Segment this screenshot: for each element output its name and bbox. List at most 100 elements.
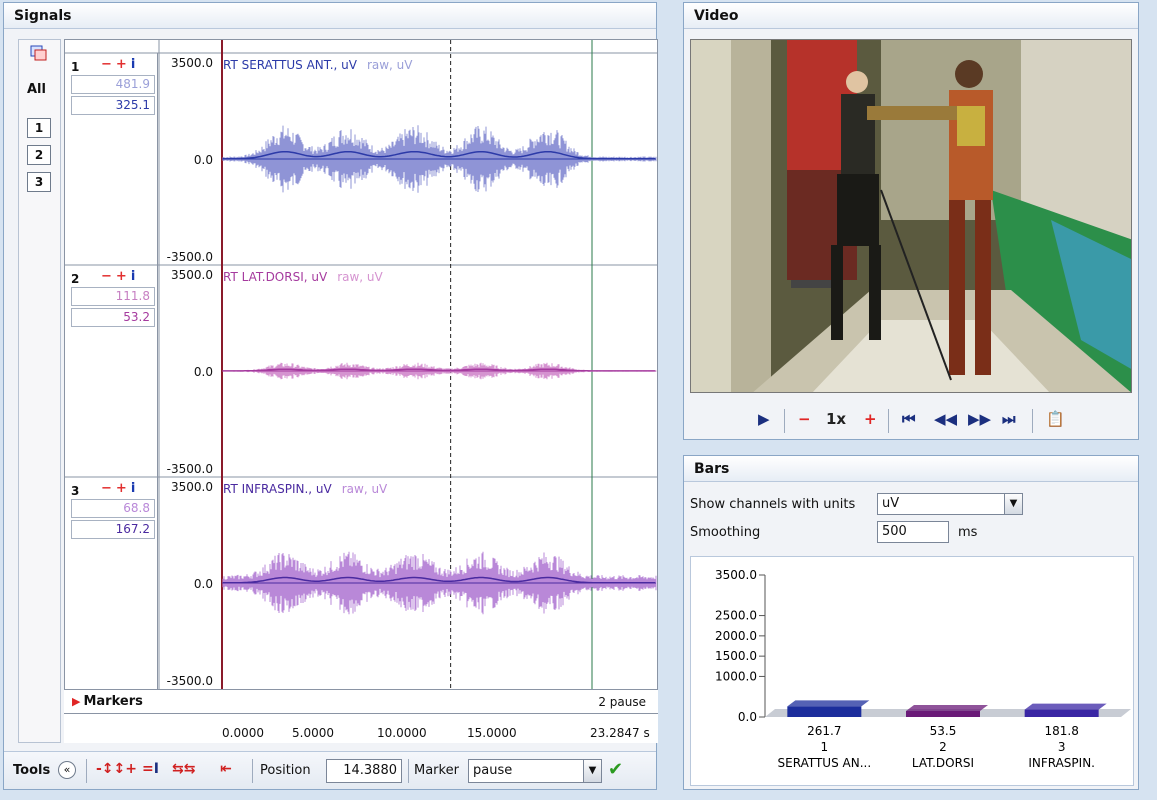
- collapse-tools-icon[interactable]: «: [58, 761, 76, 779]
- marker-pause-label[interactable]: 2 pause: [598, 695, 646, 709]
- bars-panel-title: Bars: [684, 456, 1138, 482]
- y-tick-label: 3500.0: [715, 568, 757, 582]
- channel-2-button[interactable]: 2: [27, 145, 51, 165]
- video-panel: Video ▶ − 1x + ⏮ ◀◀ ▶▶ ⏭ 📋: [683, 2, 1139, 440]
- channel-3-button[interactable]: 3: [27, 172, 51, 192]
- channel-3-name: RT INFRASPIN., uV: [223, 482, 332, 496]
- channel-2-value-raw: 111.8: [71, 287, 155, 306]
- dropdown-arrow-icon[interactable]: ▼: [1004, 494, 1022, 514]
- y-tick-label: 1500.0: [715, 649, 757, 663]
- dropdown-arrow-icon[interactable]: ▼: [583, 760, 601, 782]
- channel-3-raw-label: raw, uV: [341, 482, 388, 496]
- markers-label: Markers: [83, 694, 143, 709]
- channel-2-ymin: -3500.0: [166, 462, 213, 476]
- info-icon[interactable]: i: [131, 269, 139, 284]
- channel-2-controls[interactable]: −+i: [101, 269, 139, 284]
- y-tick-label: 2500.0: [715, 609, 757, 623]
- channel-1-controls[interactable]: −+i: [101, 57, 139, 72]
- units-select[interactable]: uV ▼: [877, 493, 1023, 515]
- vertical-zoom-icon[interactable]: ‑↕↕+: [96, 761, 137, 777]
- bar-channel-name: INFRASPIN.: [1028, 756, 1095, 770]
- channel-3-ymin: -3500.0: [166, 674, 213, 688]
- horizontal-fit-icon[interactable]: ⇤: [220, 761, 232, 777]
- channel-1-ymid: 0.0: [193, 153, 213, 167]
- position-input[interactable]: 14.3880: [326, 759, 402, 783]
- channel-1-ymax: 3500.0: [171, 56, 213, 70]
- slower-icon[interactable]: −: [798, 410, 811, 428]
- markers-row[interactable]: ▶ Markers 2 pause: [64, 689, 658, 713]
- bar-category-label: 1: [821, 740, 829, 754]
- zoom-out-icon[interactable]: −: [101, 57, 116, 72]
- markers-toggle[interactable]: ▶ Markers: [72, 694, 143, 709]
- zoom-in-icon[interactable]: +: [116, 269, 131, 284]
- vertical-fit-icon[interactable]: =I: [142, 761, 159, 777]
- marker-select[interactable]: pause ▼: [468, 759, 602, 783]
- bar-chart-svg: 3500.0 2500.0 2000.0 1500.0 1000.0 0.0 261.7 1 S…: [715, 568, 1131, 770]
- speed-label: 1x: [826, 410, 847, 428]
- channel-2-number: 2: [71, 272, 80, 286]
- skip-end-icon[interactable]: ⏭: [1002, 410, 1016, 428]
- y-tick-label: 0.0: [738, 710, 757, 724]
- channel-1-value-raw: 481.9: [71, 75, 155, 94]
- marker-select-value: pause: [473, 763, 513, 778]
- smoothing-label: Smoothing: [690, 525, 761, 540]
- channel-3-ymid: 0.0: [193, 577, 213, 591]
- signal-chart-area[interactable]: 1 −+i 481.9 325.1 3500.0 0.0 -3500.0 RT …: [64, 39, 658, 743]
- channel-2-trace-label: RT LAT.DORSI, uV raw, uV: [223, 270, 383, 284]
- zoom-in-icon[interactable]: +: [116, 57, 131, 72]
- toolbar-separator: [86, 759, 87, 783]
- smoothing-input[interactable]: 500: [877, 521, 949, 543]
- info-icon[interactable]: i: [131, 57, 139, 72]
- step-back-icon[interactable]: ◀◀: [934, 410, 957, 428]
- info-icon[interactable]: i: [131, 481, 139, 496]
- x-tick: 5.0000: [292, 726, 334, 740]
- all-channels-button[interactable]: All: [27, 82, 46, 97]
- zoom-in-icon[interactable]: +: [116, 481, 131, 496]
- video-controls: ▶ − 1x + ⏮ ◀◀ ▶▶ ⏭ 📋: [684, 403, 1138, 439]
- signals-panel: Signals All 1 2 3 1 −+i 481.9 325.1 3500…: [3, 2, 658, 790]
- channel-1-trace-label: RT SERATTUS ANT., uV raw, uV: [223, 58, 413, 72]
- toolbar-separator: [408, 759, 409, 783]
- channel-2-name: RT LAT.DORSI, uV: [223, 270, 328, 284]
- units-select-value: uV: [882, 496, 900, 511]
- signals-panel-title: Signals: [4, 3, 656, 29]
- bar-channel-name: LAT.DORSI: [912, 756, 974, 770]
- x-tick: 15.0000: [467, 726, 517, 740]
- skip-start-icon[interactable]: ⏮: [902, 410, 916, 428]
- marker-label: Marker: [414, 763, 459, 778]
- select-channels-icon[interactable]: [29, 44, 49, 62]
- toolbar-separator: [252, 759, 253, 783]
- clipboard-icon[interactable]: 📋: [1046, 410, 1065, 428]
- channel-3-number: 3: [71, 484, 80, 498]
- bar: [1024, 709, 1099, 717]
- confirm-check-icon[interactable]: ✔: [608, 759, 623, 780]
- bar: [906, 711, 980, 717]
- tools-label: Tools: [13, 763, 51, 778]
- zoom-out-icon[interactable]: −: [101, 269, 116, 284]
- expand-triangle-icon: ▶: [72, 695, 81, 708]
- channel-1-number: 1: [71, 60, 80, 74]
- channel-3-ymax: 3500.0: [171, 480, 213, 494]
- channel-1-info: 1 −+i 481.9 325.1: [65, 53, 158, 265]
- channel-2-info: 2 −+i 111.8 53.2: [65, 265, 158, 477]
- bar-value-label: 261.7: [807, 724, 841, 738]
- horizontal-zoom-icon[interactable]: ⇆⇆: [172, 761, 195, 777]
- bars-panel: Bars Show channels with units uV ▼ Smooth…: [683, 455, 1139, 790]
- zoom-out-icon[interactable]: −: [101, 481, 116, 496]
- bar-value-label: 53.5: [930, 724, 957, 738]
- toolbar-separator: [1032, 409, 1033, 433]
- channel-2-ymid: 0.0: [193, 365, 213, 379]
- toolbar-separator: [784, 409, 785, 433]
- bar-top: [787, 700, 870, 707]
- play-icon[interactable]: ▶: [758, 410, 770, 428]
- video-panel-title: Video: [684, 3, 1138, 29]
- channel-sidebar: All 1 2 3: [18, 39, 61, 743]
- faster-icon[interactable]: +: [864, 410, 877, 428]
- video-frame[interactable]: [690, 39, 1132, 393]
- channel-3-value-raw: 68.8: [71, 499, 155, 518]
- channel-3-controls[interactable]: −+i: [101, 481, 139, 496]
- channel-1-name: RT SERATTUS ANT., uV: [223, 58, 357, 72]
- channel-1-button[interactable]: 1: [27, 118, 51, 138]
- channel-2-ymax: 3500.0: [171, 268, 213, 282]
- step-forward-icon[interactable]: ▶▶: [968, 410, 991, 428]
